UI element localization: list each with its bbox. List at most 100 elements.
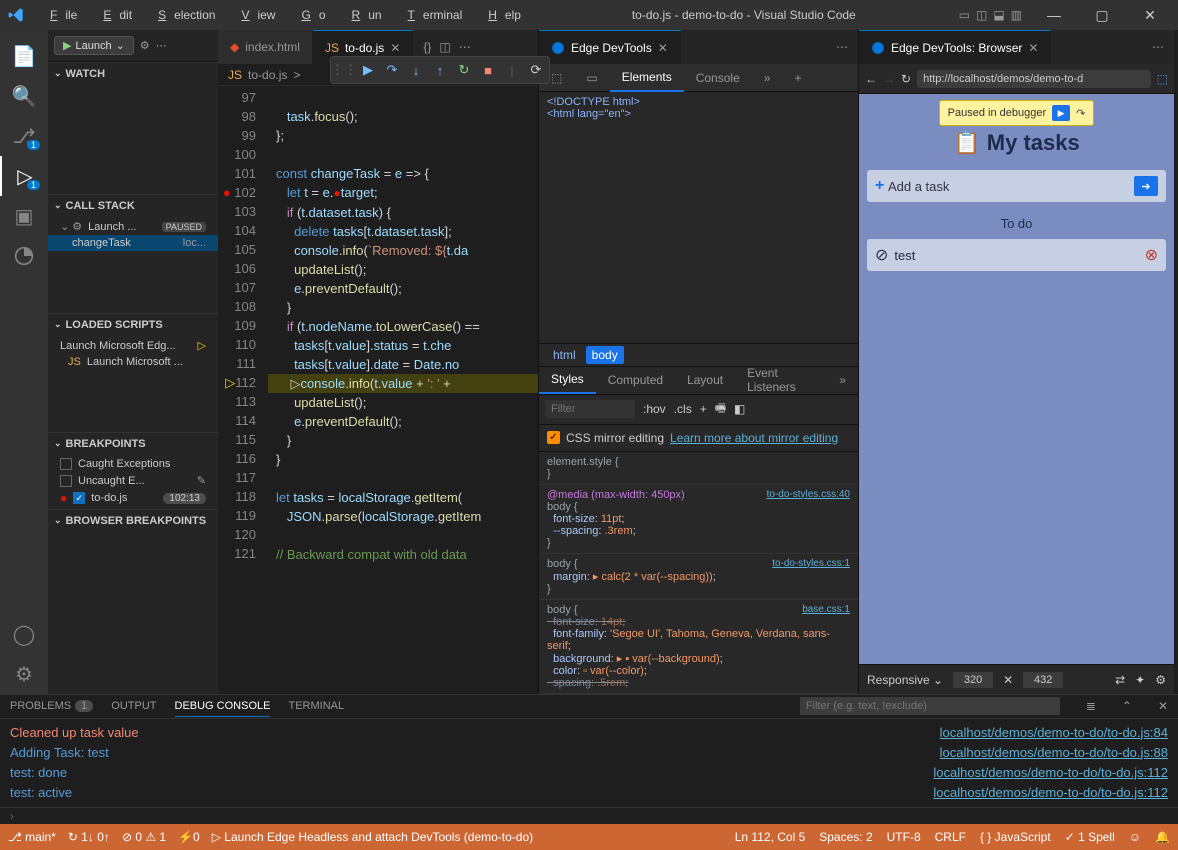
loaded-script-item[interactable]: JSLaunch Microsoft ... [48,354,218,370]
tab-browser[interactable]: Edge DevTools: Browser✕ [859,30,1051,64]
minimize-button[interactable]: — [1034,7,1074,23]
crumb-body[interactable]: body [586,346,624,364]
layout-tab[interactable]: Layout [675,366,735,394]
account-icon[interactable]: ◯ [0,614,48,654]
breakpoints-section[interactable]: ⌄BREAKPOINTS [48,432,218,454]
watch-section[interactable]: ⌄WATCH [48,62,218,84]
gear-icon[interactable]: ⚙ [1155,673,1166,687]
menu-run[interactable]: Run [336,4,390,26]
layout-icon[interactable]: ▭ [959,8,970,22]
layout-icon[interactable]: ◫ [976,8,987,22]
device-icon[interactable]: ▭ [574,64,609,92]
cursor-position[interactable]: Ln 112, Col 5 [735,830,806,844]
eventlisteners-tab[interactable]: Event Listeners [735,366,827,394]
search-icon[interactable]: 🔍 [0,76,48,116]
bp-caught[interactable]: Caught Exceptions [48,456,218,472]
dom-line[interactable]: <html lang="en"> [547,108,850,120]
cls-toggle[interactable]: .cls [674,402,692,416]
continue-button[interactable]: ▶ [357,59,379,81]
mirror-link[interactable]: Learn more about mirror editing [670,431,838,445]
close-button[interactable]: ✕ [1130,7,1170,24]
add-rule-icon[interactable]: + [700,402,707,416]
more-icon[interactable]: » [827,366,858,394]
launch-status[interactable]: ▷ Launch Edge Headless and attach DevToo… [212,830,533,844]
filter-icon[interactable]: ≣ [1086,699,1096,713]
errors-status[interactable]: ⊘ 0 ⚠ 1 [122,830,166,844]
console-tab[interactable]: Console [684,64,752,92]
dom-line[interactable]: <!DOCTYPE html> [547,96,850,108]
tab-devtools[interactable]: Edge DevTools✕ [539,30,681,64]
wand-icon[interactable]: ✦ [1135,673,1145,687]
toggle-icon[interactable]: ⟳ [525,59,547,81]
maximize-button[interactable]: ▢ [1082,7,1122,24]
launch-config-dropdown[interactable]: ▶ Launch ⌄ [54,36,134,55]
close-icon[interactable]: ✕ [390,41,400,55]
step-over-button[interactable]: ↷ [381,59,403,81]
forward-button[interactable]: → [883,72,895,86]
port-status[interactable]: ⚡0 [178,830,200,844]
edge-icon[interactable] [0,236,48,276]
settings-icon[interactable]: ⚙ [0,654,48,694]
task-item[interactable]: ⊘ test ⊗ [867,239,1166,271]
close-panel-icon[interactable]: ✕ [1158,699,1168,713]
styles-tab[interactable]: Styles [539,366,596,394]
step-into-button[interactable]: ↓ [405,59,427,81]
menu-go[interactable]: Go [285,4,333,26]
more-icon[interactable]: ⋯ [1152,40,1164,54]
encoding-status[interactable]: UTF-8 [887,830,921,844]
step-icon[interactable]: ↷ [1076,107,1085,120]
browser-bp-section[interactable]: ⌄BROWSER BREAKPOINTS [48,509,218,531]
code-editor[interactable]: 979899100101● 10210310410510610710810911… [218,86,538,694]
menu-file[interactable]: File [34,4,85,26]
add-tab[interactable]: + [782,64,813,92]
split-icon[interactable]: ◫ [439,40,450,54]
problems-tab[interactable]: PROBLEMS 1 [10,700,93,712]
loaded-script-item[interactable]: Launch Microsoft Edg...▷ [48,337,218,354]
language-status[interactable]: { } JavaScript [980,830,1051,844]
responsive-dropdown[interactable]: Responsive ⌄ [867,673,943,687]
menu-selection[interactable]: Selection [142,4,223,26]
menu-edit[interactable]: Edit [87,4,140,26]
source-control-icon[interactable]: ⎇1 [0,116,48,156]
copy-icon[interactable]: 🖷 [715,399,726,420]
branch-status[interactable]: ⎇ main* [8,830,56,844]
close-icon[interactable]: ✕ [658,41,668,55]
eol-status[interactable]: CRLF [935,830,966,844]
width-input[interactable] [953,672,993,688]
run-debug-icon[interactable]: ▷1 [0,156,48,196]
address-bar[interactable]: http://localhost/demos/demo-to-d [917,70,1151,88]
collapse-icon[interactable]: ⌃ [1122,699,1132,713]
layout-icon[interactable]: ▥ [1011,8,1022,22]
resume-icon[interactable]: ▶ [1052,105,1070,121]
explorer-icon[interactable]: 📄 [0,36,48,76]
elements-tab[interactable]: Elements [610,64,684,92]
restart-button[interactable]: ↻ [453,59,475,81]
toggle-icon[interactable]: ◧ [734,402,745,416]
braces-icon[interactable]: {} [423,40,431,54]
mirror-checkbox[interactable]: ✓ [547,431,560,444]
spell-status[interactable]: ✓ 1 Spell [1065,830,1115,844]
output-tab[interactable]: OUTPUT [111,700,156,712]
close-icon[interactable]: ✕ [1028,41,1038,55]
hov-toggle[interactable]: :hov [643,402,666,416]
bp-file[interactable]: ●✓to-do.js102:13 [48,489,218,507]
submit-icon[interactable]: ➔ [1134,176,1158,196]
delete-icon[interactable]: ⊗ [1145,245,1158,265]
reload-button[interactable]: ↻ [901,72,911,86]
bell-icon[interactable]: 🔔 [1155,830,1170,844]
more-icon[interactable]: ⋯ [156,39,167,52]
callstack-thread[interactable]: ⌄ ⚙Launch ... PAUSED [48,218,218,235]
callstack-section[interactable]: ⌄CALL STACK [48,194,218,216]
bp-uncaught[interactable]: Uncaught E...✎ [48,472,218,489]
more-icon[interactable]: ⋯ [459,40,471,54]
feedback-icon[interactable]: ☺ [1129,830,1141,844]
check-icon[interactable]: ⊘ [875,245,888,265]
extensions-icon[interactable]: ▣ [0,196,48,236]
more-icon[interactable]: ⋯ [836,40,848,54]
height-input[interactable] [1023,672,1063,688]
styles-filter-input[interactable] [545,400,635,418]
menu-view[interactable]: View [225,4,283,26]
console-filter-input[interactable] [800,697,1060,715]
menu-terminal[interactable]: Terminal [392,4,471,26]
menu-help[interactable]: Help [472,4,529,26]
